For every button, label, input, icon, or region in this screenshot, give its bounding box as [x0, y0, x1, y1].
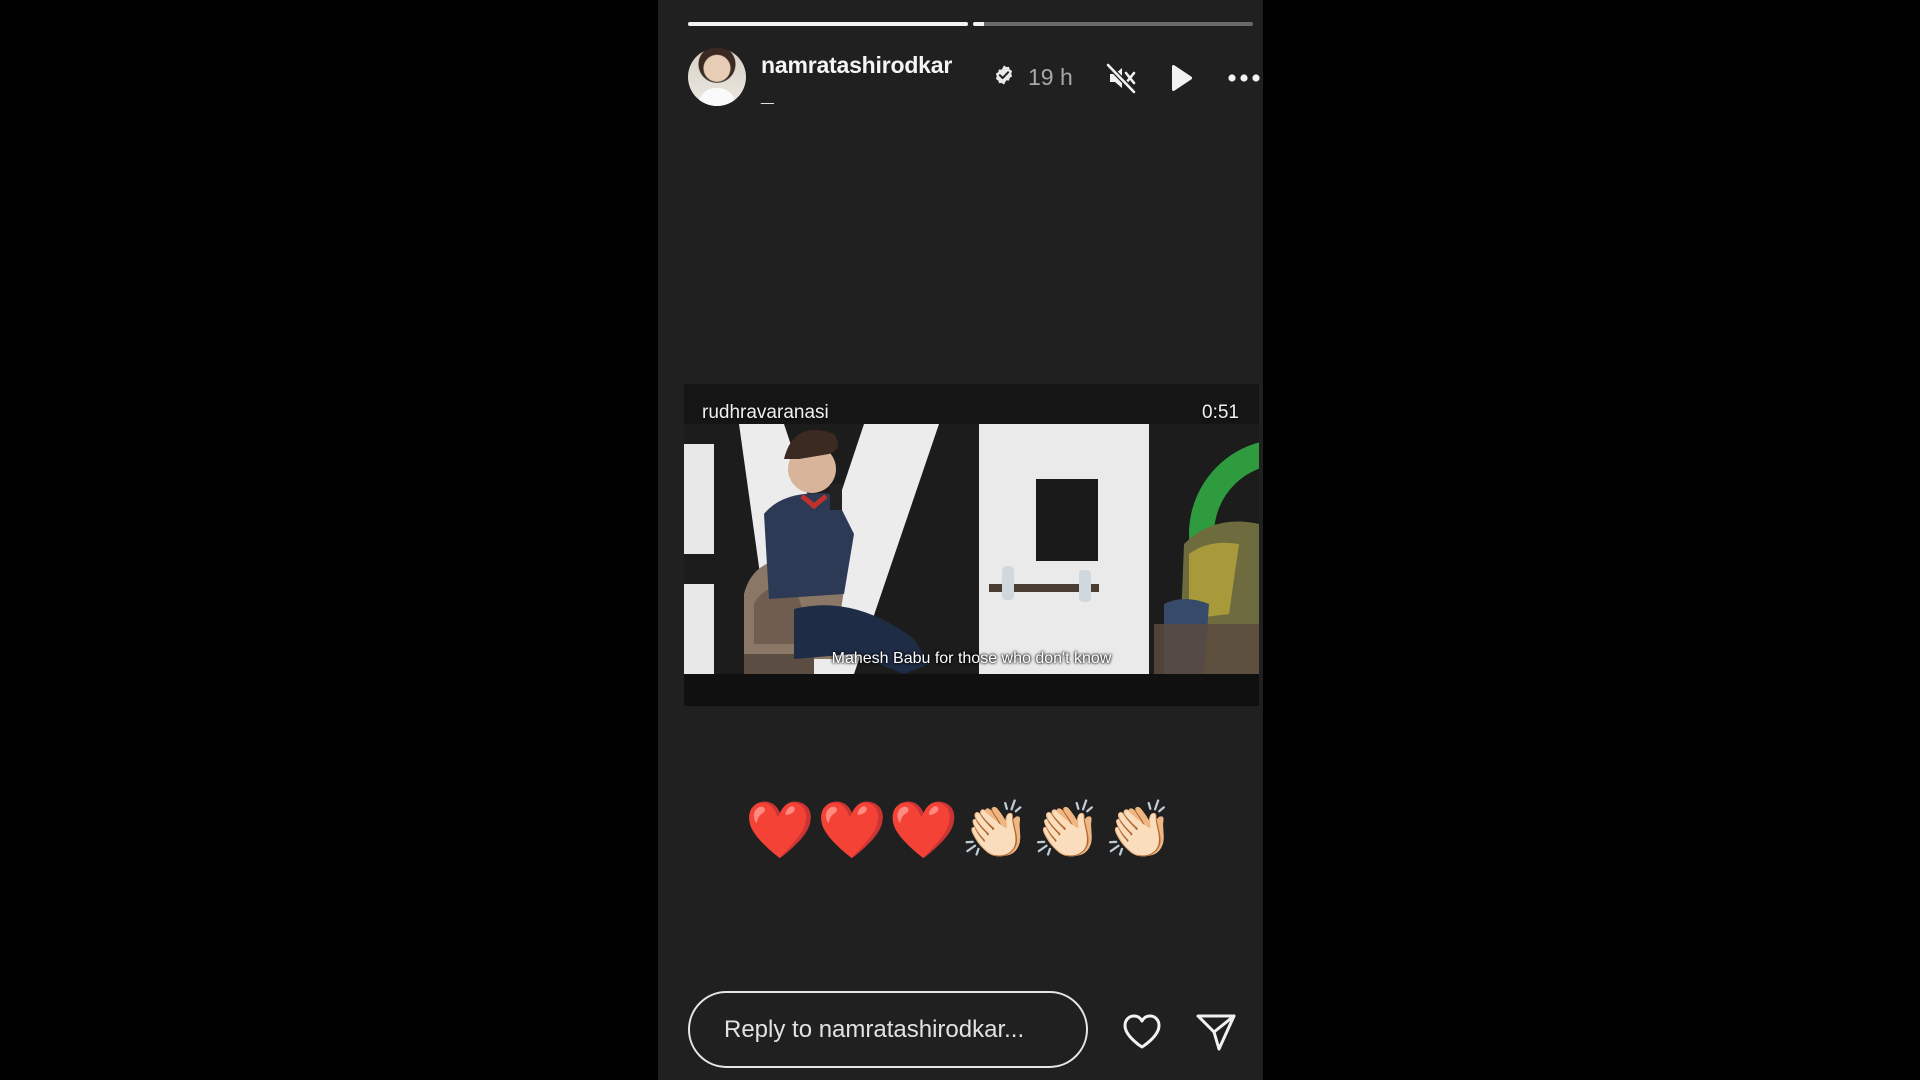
username[interactable]: namratashirodkar_	[761, 51, 961, 107]
video-author[interactable]: rudhravaranasi	[702, 402, 829, 424]
progress-fill-1	[688, 22, 968, 26]
post-time: 19 h	[1028, 64, 1073, 90]
progress-segment-2	[973, 22, 1253, 26]
verified-badge-icon	[993, 64, 1015, 86]
video-duration: 0:51	[1202, 402, 1239, 423]
story-footer	[658, 970, 1263, 1080]
story-progress-bar	[688, 22, 1253, 26]
more-options-icon[interactable]	[1226, 60, 1262, 96]
story-header: namratashirodkar_ 19 h	[688, 48, 1260, 110]
avatar-figure	[698, 88, 736, 106]
mute-icon[interactable]	[1104, 60, 1140, 96]
reply-input[interactable]	[688, 991, 1088, 1068]
heart-icon[interactable]	[1120, 1010, 1164, 1054]
avatar[interactable]	[688, 48, 746, 106]
play-icon[interactable]	[1162, 60, 1198, 96]
shared-video-post[interactable]: rudhravaranasi 0:51 Mahesh Babu for thos…	[684, 384, 1259, 706]
send-icon[interactable]	[1194, 1010, 1238, 1054]
story-viewer: namratashirodkar_ 19 h rudhravaranasi 0:…	[658, 0, 1263, 1080]
progress-segment-1	[688, 22, 968, 26]
video-subtitle: Mahesh Babu for those who don't know	[831, 650, 1112, 667]
reaction-emojis: ❤️❤️❤️👏🏻👏🏻👏🏻	[745, 798, 1176, 861]
progress-fill-2	[973, 22, 985, 26]
